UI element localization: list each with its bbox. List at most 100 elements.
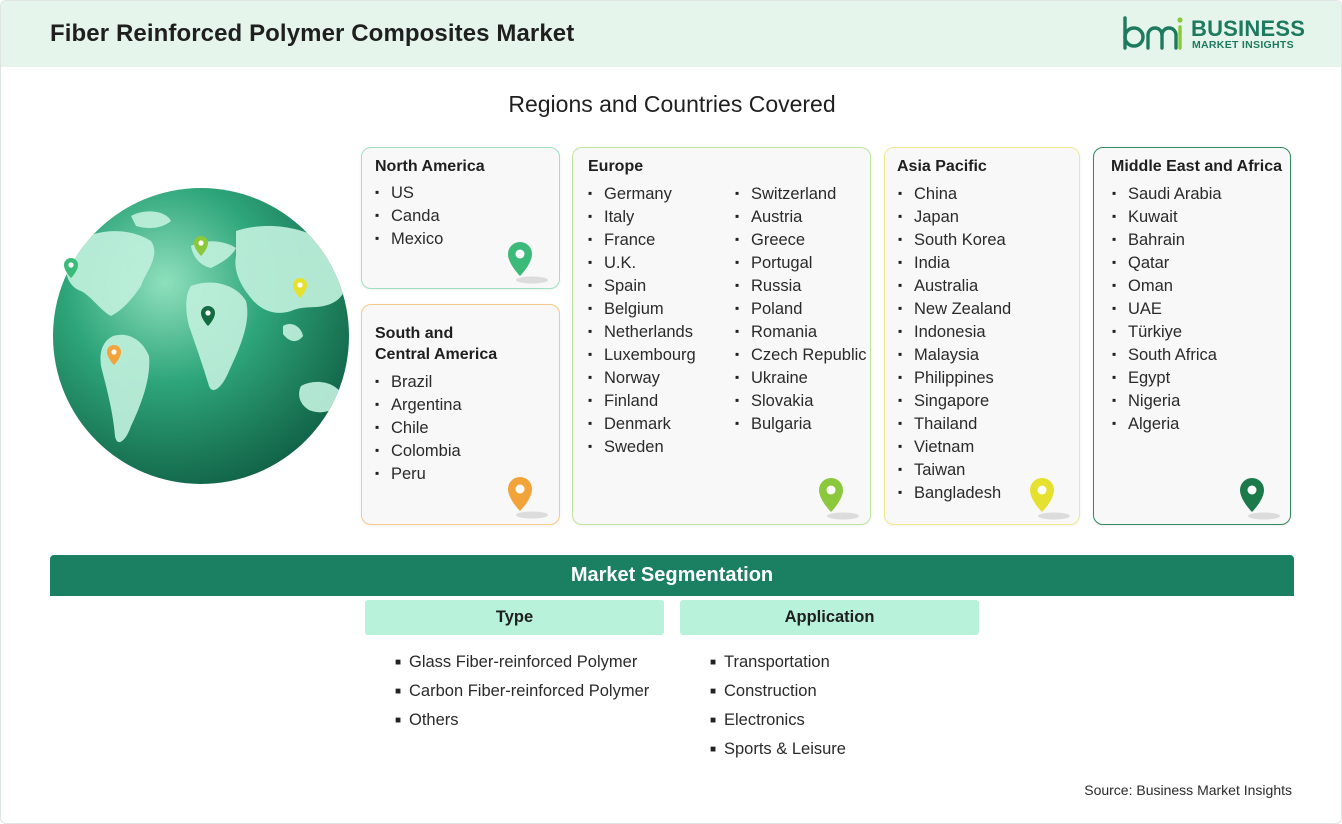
country-item: Bulgaria: [735, 412, 867, 435]
region-title-line2: Central America: [375, 346, 498, 363]
country-item: Algeria: [1112, 412, 1222, 435]
country-list: Brazil Argentina Chile Colombia Peru: [375, 370, 462, 485]
country-item: Malaysia: [898, 343, 1011, 366]
region-card-europe: Europe Germany Italy France U.K. Spain B…: [572, 147, 871, 525]
country-item: Australia: [898, 274, 1011, 297]
map-pin-icon: [1240, 478, 1280, 520]
segment-list-type: Glass Fiber-reinforced Polymer Carbon Fi…: [395, 648, 649, 735]
country-item: Brazil: [375, 370, 462, 393]
region-card-asia-pacific: Asia Pacific China Japan South Korea Ind…: [884, 147, 1080, 525]
source-note: Source: Business Market Insights: [1084, 782, 1292, 798]
region-title: South and Central America: [375, 323, 497, 365]
segment-item: Construction: [710, 677, 846, 706]
page-title: Fiber Reinforced Polymer Composites Mark…: [50, 20, 575, 47]
country-item: Japan: [898, 205, 1011, 228]
country-item: Czech Republic: [735, 343, 867, 366]
country-item: Colombia: [375, 439, 462, 462]
country-item: Norway: [588, 366, 696, 389]
country-item: Türkiye: [1112, 320, 1222, 343]
segment-item: Transportation: [710, 648, 846, 677]
country-list-col2: Switzerland Austria Greece Portugal Russ…: [735, 182, 867, 435]
infographic: Fiber Reinforced Polymer Composites Mark…: [0, 0, 1342, 824]
segment-list-application: Transportation Construction Electronics …: [710, 648, 846, 764]
country-list: Saudi Arabia Kuwait Bahrain Qatar Oman U…: [1112, 182, 1222, 435]
country-item: Belgium: [588, 297, 696, 320]
country-item: Russia: [735, 274, 867, 297]
country-item: Romania: [735, 320, 867, 343]
country-item: Nigeria: [1112, 389, 1222, 412]
country-item: Bangladesh: [898, 481, 1011, 504]
region-title: Middle East and Africa: [1111, 158, 1282, 175]
country-item: Spain: [588, 274, 696, 297]
region-card-south-central-america: South and Central America Brazil Argenti…: [361, 304, 560, 525]
country-item: Netherlands: [588, 320, 696, 343]
country-item: Slovakia: [735, 389, 867, 412]
region-card-middle-east-africa: Middle East and Africa Saudi Arabia Kuwa…: [1093, 147, 1291, 525]
country-item: Peru: [375, 462, 462, 485]
map-pin-icon: [508, 477, 548, 519]
country-item: Mexico: [375, 227, 443, 250]
country-item: Oman: [1112, 274, 1222, 297]
country-item: Portugal: [735, 251, 867, 274]
bmi-logo: BUSINESS MARKET INSIGHTS: [1121, 15, 1305, 55]
country-item: Greece: [735, 228, 867, 251]
country-item: Singapore: [898, 389, 1011, 412]
country-item: Chile: [375, 416, 462, 439]
country-item: US: [375, 181, 443, 204]
country-item: India: [898, 251, 1011, 274]
country-item: Austria: [735, 205, 867, 228]
country-item: Denmark: [588, 412, 696, 435]
country-list: China Japan South Korea India Australia …: [898, 182, 1011, 504]
header-bar: Fiber Reinforced Polymer Composites Mark…: [1, 1, 1341, 67]
region-title: Europe: [588, 158, 644, 175]
country-item: UAE: [1112, 297, 1222, 320]
country-item: Egypt: [1112, 366, 1222, 389]
country-item: Sweden: [588, 435, 696, 458]
country-item: Philippines: [898, 366, 1011, 389]
region-card-north-america: North America US Canda Mexico: [361, 147, 560, 289]
country-item: Taiwan: [898, 458, 1011, 481]
country-item: China: [898, 182, 1011, 205]
country-item: South Africa: [1112, 343, 1222, 366]
country-item: Finland: [588, 389, 696, 412]
segment-item: Glass Fiber-reinforced Polymer: [395, 648, 649, 677]
logo-text-market-insights: MARKET INSIGHTS: [1192, 39, 1294, 51]
country-list: US Canda Mexico: [375, 181, 443, 250]
segment-heading-application: Application: [680, 600, 979, 635]
segment-item: Carbon Fiber-reinforced Polymer: [395, 677, 649, 706]
country-item: Vietnam: [898, 435, 1011, 458]
country-item: Poland: [735, 297, 867, 320]
country-item: Argentina: [375, 393, 462, 416]
region-title: Asia Pacific: [897, 158, 987, 175]
country-item: New Zealand: [898, 297, 1011, 320]
globe-icon: [53, 188, 349, 484]
bmi-logo-mark-icon: [1123, 16, 1183, 50]
country-item: Saudi Arabia: [1112, 182, 1222, 205]
country-item: Canda: [375, 204, 443, 227]
segment-item: Sports & Leisure: [710, 735, 846, 764]
segmentation-header: Market Segmentation: [50, 555, 1294, 596]
segment-heading-type: Type: [365, 600, 664, 635]
country-item: U.K.: [588, 251, 696, 274]
region-title-line1: South and: [375, 325, 454, 342]
country-item: Italy: [588, 205, 696, 228]
map-pin-icon: [508, 242, 548, 284]
country-item: Indonesia: [898, 320, 1011, 343]
country-item: Ukraine: [735, 366, 867, 389]
map-pin-icon: [1030, 478, 1070, 520]
country-item: France: [588, 228, 696, 251]
country-item: Germany: [588, 182, 696, 205]
country-item: Thailand: [898, 412, 1011, 435]
segment-item: Electronics: [710, 706, 846, 735]
section-subtitle: Regions and Countries Covered: [508, 91, 836, 117]
country-item: Kuwait: [1112, 205, 1222, 228]
map-pin-icon: [819, 478, 859, 520]
country-item: Bahrain: [1112, 228, 1222, 251]
country-item: Switzerland: [735, 182, 867, 205]
country-item: Luxembourg: [588, 343, 696, 366]
segment-item: Others: [395, 706, 649, 735]
country-list-col1: Germany Italy France U.K. Spain Belgium …: [588, 182, 696, 458]
region-title: North America: [375, 158, 485, 175]
country-item: Qatar: [1112, 251, 1222, 274]
country-item: South Korea: [898, 228, 1011, 251]
